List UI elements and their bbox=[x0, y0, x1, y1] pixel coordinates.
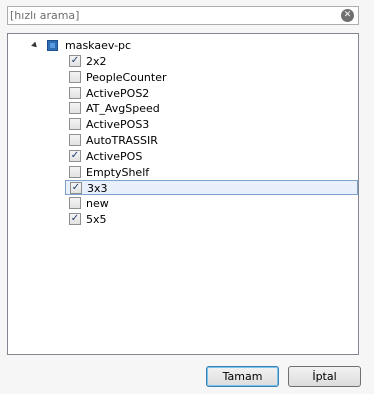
checkbox[interactable]: ✓ bbox=[69, 149, 81, 162]
quick-search-input[interactable] bbox=[10, 8, 330, 23]
tree-item-label: EmptyShelf bbox=[86, 165, 150, 179]
tree-item[interactable]: ✓ ActivePOS bbox=[64, 149, 357, 164]
tree-item-label: new bbox=[86, 197, 109, 211]
checkbox[interactable]: ✓ bbox=[69, 213, 81, 225]
tree-item-label: 5x5 bbox=[86, 213, 107, 226]
selection-dialog: ✕ maskaev-pc ✓ 2x2 PeopleCounter ActivePOS2… bbox=[0, 0, 374, 394]
collapse-arrow-icon[interactable] bbox=[31, 41, 39, 50]
tree-item[interactable]: AT_AvgSpeed bbox=[64, 101, 357, 116]
tree-root-node[interactable]: maskaev-pc bbox=[8, 38, 358, 55]
tree-item-label: 2x2 bbox=[86, 55, 107, 68]
checkbox[interactable] bbox=[69, 102, 81, 115]
tree-item-label: PeopleCounter bbox=[86, 70, 167, 84]
checkbox[interactable]: ✓ bbox=[69, 55, 81, 67]
tree-item-label: ActivePOS2 bbox=[86, 86, 150, 100]
checkbox[interactable] bbox=[69, 70, 81, 83]
tree-root-label: maskaev-pc bbox=[65, 39, 132, 52]
checkbox[interactable] bbox=[69, 86, 81, 99]
cancel-button[interactable]: İptal bbox=[288, 366, 361, 387]
tree-item[interactable]: AutoTRASSIR bbox=[64, 133, 357, 148]
checkbox[interactable] bbox=[69, 197, 81, 210]
tree-item[interactable]: new bbox=[64, 196, 357, 211]
tree-item[interactable]: PeopleCounter bbox=[64, 70, 357, 85]
tree-item-label: AutoTRASSIR bbox=[86, 134, 158, 147]
tree-item[interactable]: ActivePOS3 bbox=[64, 117, 357, 132]
tree-item-label: 3x3 bbox=[87, 182, 108, 196]
clear-search-icon[interactable]: ✕ bbox=[341, 9, 354, 22]
tree-item[interactable]: ✓ 2x2 bbox=[64, 54, 357, 69]
checkbox[interactable] bbox=[69, 118, 81, 131]
ok-button[interactable]: Tamam bbox=[206, 366, 279, 387]
tree-item[interactable]: EmptyShelf bbox=[64, 165, 357, 180]
checkbox[interactable] bbox=[69, 165, 81, 178]
tree-item-label: ActivePOS3 bbox=[86, 118, 150, 132]
tree-item[interactable]: ✓ 5x5 bbox=[64, 212, 357, 227]
checkbox[interactable] bbox=[69, 134, 81, 146]
tree-item[interactable]: ✓ 3x3 bbox=[65, 180, 358, 196]
tree-item[interactable]: ActivePOS2 bbox=[64, 86, 357, 101]
tree-item-label: ActivePOS bbox=[86, 149, 143, 163]
quick-search-box[interactable]: ✕ bbox=[7, 6, 359, 25]
tree-item-label: AT_AvgSpeed bbox=[86, 102, 160, 116]
channel-tree[interactable]: maskaev-pc ✓ 2x2 PeopleCounter ActivePOS2 AT… bbox=[7, 33, 359, 355]
checkbox[interactable]: ✓ bbox=[70, 182, 82, 195]
server-icon bbox=[47, 40, 58, 51]
